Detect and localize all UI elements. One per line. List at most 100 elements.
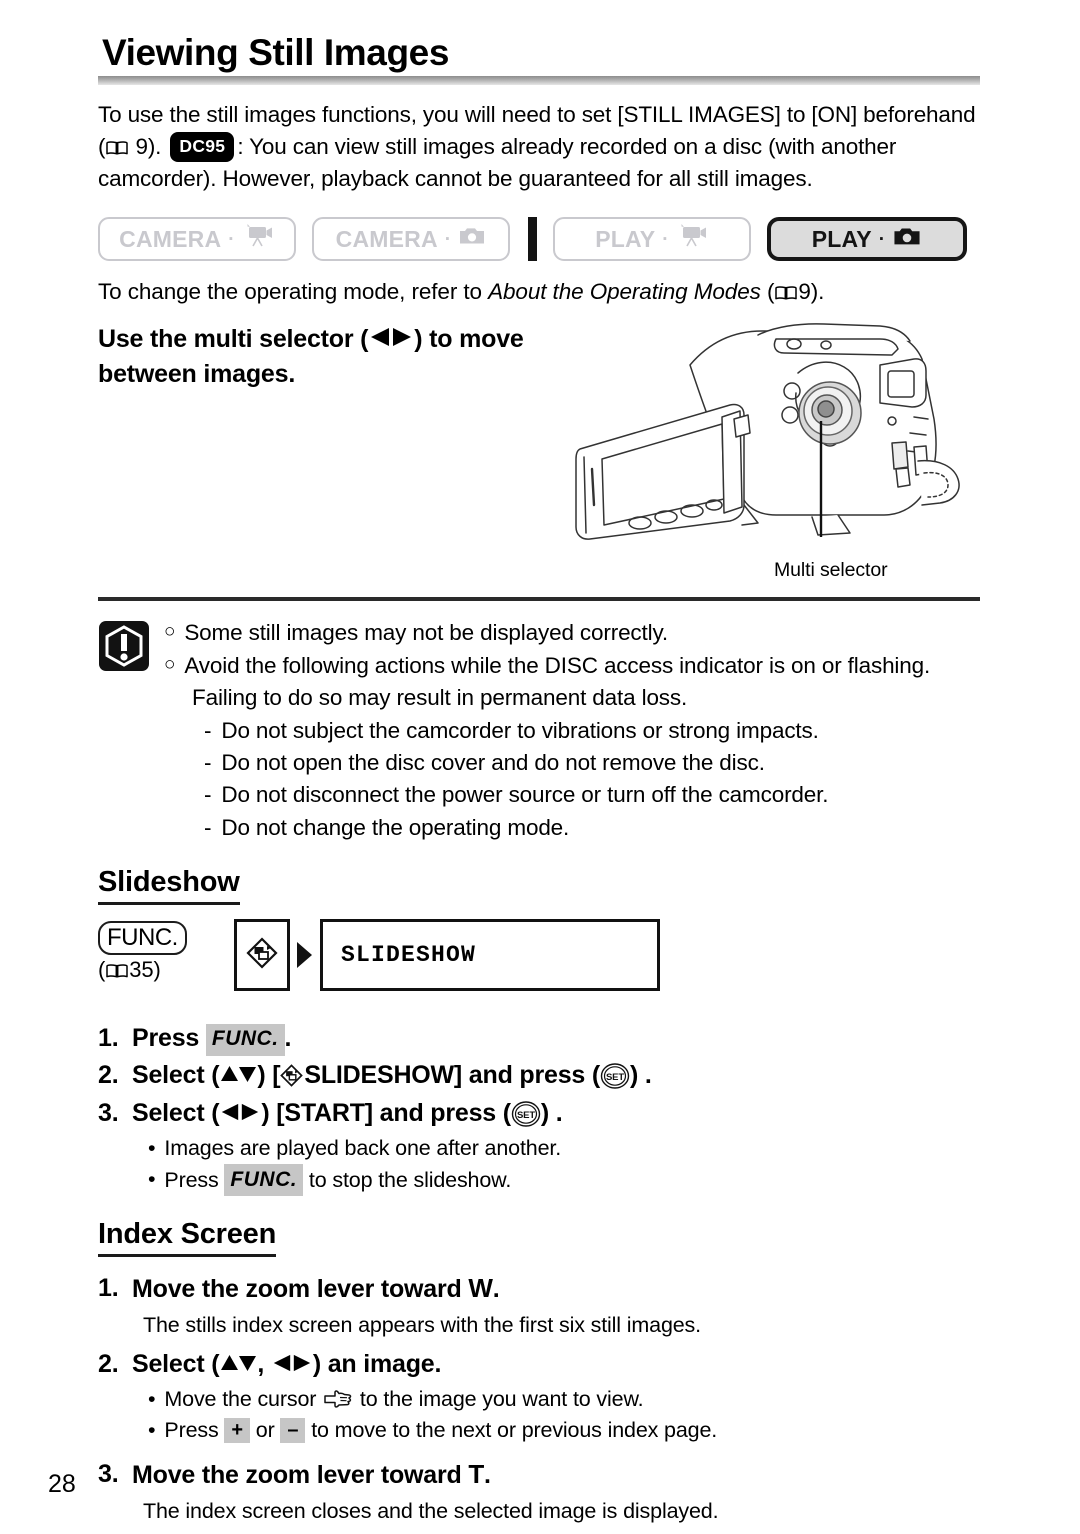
mode-label: PLAY — [811, 225, 872, 252]
index-step-3: 3. Move the zoom lever toward T. — [98, 1457, 980, 1493]
step-number: 3. — [98, 1098, 119, 1127]
caution-dash-item: - Do not subject the camcorder to vibrati… — [204, 715, 930, 747]
func-chip[interactable]: FUNC. — [205, 1024, 285, 1057]
func-page-reference: (35) — [98, 957, 216, 983]
dash-text: Do not change the operating mode. — [221, 814, 570, 840]
intro-page-ref: 9). — [135, 134, 162, 160]
book-reference-icon — [106, 959, 128, 978]
note-pre: Press — [164, 1417, 225, 1442]
mode-button-play-video[interactable]: PLAY · — [553, 217, 751, 262]
mode-separator-dot: · — [228, 228, 235, 250]
step-tail: ) . — [540, 1098, 563, 1127]
dc95-model-badge: DC95 — [170, 132, 235, 163]
slideshow-step-3: 3. Select ( ) [START] and press (SET) . — [98, 1096, 980, 1132]
note-bullet: • — [148, 1166, 156, 1191]
slideshow-note-1: • Images are played back one after anoth… — [148, 1133, 980, 1164]
caution-divider — [98, 597, 980, 602]
step-tail: ) . — [629, 1061, 652, 1090]
step-number: 2. — [98, 1061, 119, 1090]
slideshow-step-1: 1. Press FUNC.. — [98, 1021, 980, 1057]
multi-selector-instruction: Use the multi selector () to move betwee… — [98, 323, 568, 391]
mode-group-separator — [528, 217, 537, 262]
func-button-reference: FUNC. (35) — [98, 919, 216, 983]
step-text-b: . — [484, 1461, 491, 1490]
step-pre: Select ( — [132, 1061, 220, 1090]
page-title: Viewing Still Images — [102, 32, 450, 73]
slideshow-menu-icon-box — [234, 919, 290, 992]
dash-text: Do not subject the camcorder to vibratio… — [221, 717, 819, 743]
note-prefix: To change the operating mode, refer to — [98, 279, 489, 305]
section-heading-index-screen: Index Screen — [98, 1218, 276, 1258]
note-bullet: • — [148, 1387, 156, 1412]
plus-button-chip[interactable]: + — [224, 1417, 250, 1443]
note-pre: Move the cursor — [164, 1387, 323, 1412]
step-number: 2. — [98, 1349, 119, 1378]
set-button-icon[interactable]: SET — [600, 1063, 630, 1089]
camcorder-illustration — [562, 309, 992, 581]
caution-dash-item: - Do not change the operating mode. — [204, 812, 930, 844]
step-text: Select ( ) [START] and press (SET) . — [132, 1096, 980, 1132]
intro-line-1: To use the still images functions, you w… — [98, 101, 976, 127]
intro-line-3: camcorder). However, playback cannot be … — [98, 166, 813, 192]
caution-dash-item: - Do not disconnect the power source or t… — [204, 779, 930, 811]
mode-button-camera-video[interactable]: CAMERA · — [98, 217, 296, 262]
note-bullet: • — [148, 1417, 156, 1442]
book-reference-icon — [775, 281, 798, 300]
set-button-icon[interactable]: SET — [511, 1100, 541, 1127]
operating-modes-note: To change the operating mode, refer to A… — [98, 279, 980, 305]
left-right-arrows-icon — [219, 1097, 261, 1132]
step-post: ) [START] and press ( — [261, 1098, 511, 1127]
mode-button-camera-photo[interactable]: CAMERA · — [312, 217, 510, 262]
note-text: Move the cursor to the image you want to… — [164, 1384, 643, 1415]
dash-marker: - — [204, 749, 212, 775]
manual-page: Viewing Still Images To use the still im… — [0, 0, 1080, 1534]
func-button[interactable]: FUNC. — [98, 921, 187, 956]
warning-exclamation-icon — [98, 620, 150, 672]
dash-marker: - — [204, 717, 212, 743]
video-camera-icon — [242, 223, 275, 255]
mode-separator-dot: · — [444, 228, 452, 250]
mode-label: PLAY — [595, 225, 656, 252]
caution-item: ○ Avoid the following actions while the … — [164, 650, 930, 682]
left-right-arrows-icon — [271, 1348, 313, 1383]
minus-button-chip[interactable]: – — [280, 1417, 306, 1443]
index-step-3-description: The index screen closes and the selected… — [143, 1499, 719, 1524]
step-pre: Press — [132, 1024, 206, 1053]
step-number: 1. — [98, 1274, 119, 1303]
slideshow-steps: 1. Press FUNC.. 2. Select () [SLIDESHOW]… — [98, 1021, 980, 1197]
video-camera-icon — [676, 223, 709, 255]
photo-camera-icon — [458, 225, 486, 253]
slideshow-icon — [246, 937, 278, 974]
step-post: . — [284, 1024, 292, 1053]
step-text: Select (, ) an image. — [132, 1347, 980, 1383]
slideshow-menu-label: SLIDESHOW — [341, 942, 477, 969]
step-pre: Select ( — [132, 1098, 220, 1127]
note-text: Press FUNC. to stop the slideshow. — [164, 1163, 511, 1197]
step-pre: Select ( — [132, 1349, 220, 1378]
step-text-b: . — [492, 1275, 500, 1304]
dash-text: Do not disconnect the power source or tu… — [221, 782, 829, 808]
slideshow-step-2: 2. Select () [SLIDESHOW] and press (SET)… — [98, 1058, 980, 1094]
index-screen-steps: 1. Move the zoom lever toward W. The sti… — [98, 1271, 980, 1526]
note-italic-ref: About the Operating Modes — [488, 279, 761, 305]
note-post: to move to the next or previous index pa… — [305, 1417, 718, 1442]
step-post: ) an image. — [312, 1349, 442, 1378]
slideshow-icon — [280, 1062, 304, 1087]
mode-button-play-photo-active[interactable]: PLAY · — [767, 217, 967, 262]
operating-mode-bar: CAMERA · CAMERA · PLAY · PLAY · — [98, 215, 980, 263]
step-text: Select () [SLIDESHOW] and press (SET) . — [132, 1058, 980, 1094]
func-chip[interactable]: FUNC. — [224, 1163, 304, 1197]
up-down-arrows-icon — [219, 1348, 257, 1383]
note-text: Press + or – to move to the next or prev… — [164, 1415, 717, 1446]
instruction-part-b: ) to move — [414, 325, 524, 354]
note-post: to the image you want to view. — [354, 1387, 644, 1412]
book-reference-icon — [106, 133, 129, 155]
step-text-a: Move the zoom lever toward — [132, 1275, 469, 1304]
mode-label: CAMERA — [335, 225, 438, 252]
step-text-a: Move the zoom lever toward — [132, 1461, 469, 1490]
mode-separator-dot: · — [662, 228, 669, 250]
note-page-ref: 9). — [798, 279, 825, 305]
multi-selector-section: Use the multi selector () to move betwee… — [98, 323, 980, 591]
left-right-arrows-icon — [368, 324, 414, 357]
step-text: Move the zoom lever toward T. — [132, 1457, 980, 1493]
